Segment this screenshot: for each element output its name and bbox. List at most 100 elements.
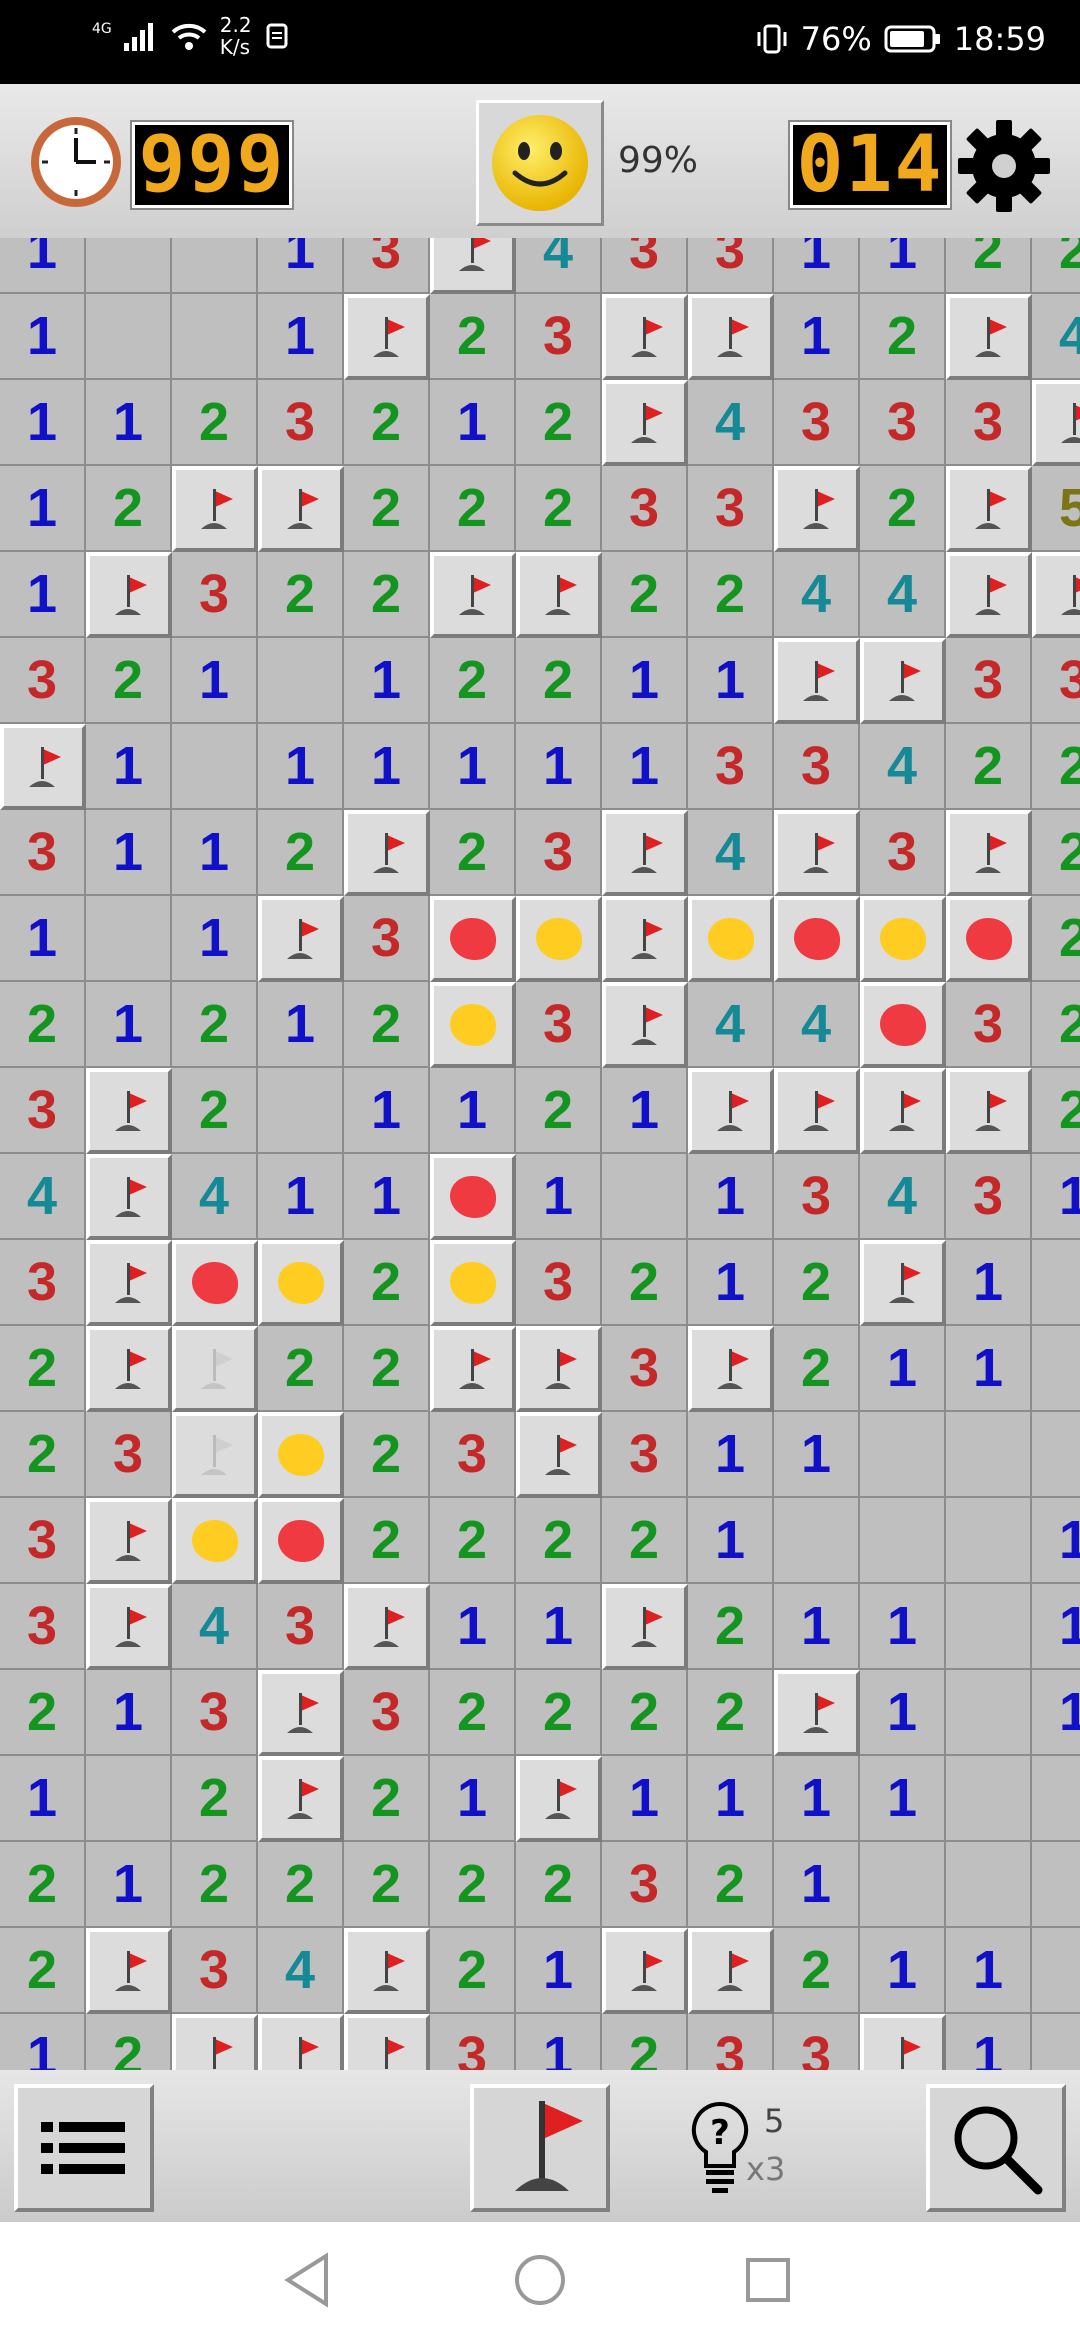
number-cell[interactable]: 2 [172, 1068, 258, 1154]
recents-nav-icon[interactable] [738, 2250, 798, 2310]
flagged-cell[interactable] [946, 810, 1032, 896]
number-cell[interactable]: 3 [946, 982, 1032, 1068]
menu-button[interactable] [14, 2084, 154, 2212]
number-cell[interactable]: 2 [172, 1756, 258, 1842]
number-cell[interactable]: 3 [430, 1412, 516, 1498]
number-cell[interactable]: 3 [602, 238, 688, 294]
flagged-cell[interactable] [516, 552, 602, 638]
empty-cell[interactable] [946, 1756, 1032, 1842]
number-cell[interactable]: 2 [774, 1326, 860, 1412]
number-cell[interactable]: 2 [344, 1326, 430, 1412]
number-cell[interactable]: 1 [946, 1326, 1032, 1412]
number-cell[interactable]: 3 [774, 2014, 860, 2070]
marked-cell[interactable] [258, 1498, 344, 1584]
number-cell[interactable]: 1 [0, 896, 86, 982]
flagged-cell[interactable] [430, 1326, 516, 1412]
number-cell[interactable]: 1 [430, 724, 516, 810]
unsure-cell[interactable] [172, 1326, 258, 1412]
flagged-cell[interactable] [688, 1068, 774, 1154]
number-cell[interactable]: 3 [602, 1842, 688, 1928]
number-cell[interactable]: 2 [344, 1756, 430, 1842]
marked-cell[interactable] [860, 982, 946, 1068]
number-cell[interactable]: 3 [172, 1670, 258, 1756]
number-cell[interactable]: 2 [1032, 1068, 1080, 1154]
number-cell[interactable]: 3 [688, 2014, 774, 2070]
flagged-cell[interactable] [1032, 380, 1080, 466]
flagged-cell[interactable] [172, 2014, 258, 2070]
empty-cell[interactable] [258, 1068, 344, 1154]
number-cell[interactable]: 2 [430, 466, 516, 552]
number-cell[interactable]: 3 [1032, 638, 1080, 724]
number-cell[interactable]: 2 [1032, 810, 1080, 896]
empty-cell[interactable] [1032, 1756, 1080, 1842]
flagged-cell[interactable] [602, 380, 688, 466]
number-cell[interactable]: 2 [258, 1326, 344, 1412]
number-cell[interactable]: 1 [344, 638, 430, 724]
flagged-cell[interactable] [774, 1670, 860, 1756]
empty-cell[interactable] [258, 638, 344, 724]
empty-cell[interactable] [1032, 1842, 1080, 1928]
number-cell[interactable]: 2 [516, 466, 602, 552]
number-cell[interactable]: 1 [344, 1154, 430, 1240]
number-cell[interactable]: 1 [860, 238, 946, 294]
empty-cell[interactable] [946, 1584, 1032, 1670]
number-cell[interactable]: 1 [0, 2014, 86, 2070]
number-cell[interactable]: 4 [0, 1154, 86, 1240]
number-cell[interactable]: 4 [688, 810, 774, 896]
number-cell[interactable]: 3 [172, 1928, 258, 2014]
number-cell[interactable]: 1 [688, 638, 774, 724]
flagged-cell[interactable] [946, 552, 1032, 638]
empty-cell[interactable] [1032, 1928, 1080, 2014]
number-cell[interactable]: 1 [774, 294, 860, 380]
flagged-cell[interactable] [258, 1756, 344, 1842]
number-cell[interactable]: 2 [1032, 896, 1080, 982]
number-cell[interactable]: 1 [1032, 1154, 1080, 1240]
number-cell[interactable]: 1 [1032, 1670, 1080, 1756]
number-cell[interactable]: 2 [344, 1412, 430, 1498]
number-cell[interactable]: 3 [688, 724, 774, 810]
flagged-cell[interactable] [774, 810, 860, 896]
flagged-cell[interactable] [0, 724, 86, 810]
hint-button[interactable]: ? 5 x3 [690, 2100, 810, 2210]
flagged-cell[interactable] [860, 1068, 946, 1154]
number-cell[interactable]: 1 [430, 1584, 516, 1670]
number-cell[interactable]: 3 [172, 552, 258, 638]
number-cell[interactable]: 2 [344, 1842, 430, 1928]
flagged-cell[interactable] [946, 466, 1032, 552]
flagged-cell[interactable] [860, 2014, 946, 2070]
empty-cell[interactable] [946, 1670, 1032, 1756]
flagged-cell[interactable] [430, 552, 516, 638]
number-cell[interactable]: 1 [860, 1928, 946, 2014]
number-cell[interactable]: 1 [1032, 1498, 1080, 1584]
number-cell[interactable]: 1 [258, 1154, 344, 1240]
number-cell[interactable]: 1 [946, 1928, 1032, 2014]
flagged-cell[interactable] [946, 294, 1032, 380]
number-cell[interactable]: 2 [172, 982, 258, 1068]
number-cell[interactable]: 1 [0, 294, 86, 380]
number-cell[interactable]: 1 [860, 1670, 946, 1756]
flagged-cell[interactable] [774, 466, 860, 552]
number-cell[interactable]: 1 [86, 810, 172, 896]
number-cell[interactable]: 1 [258, 724, 344, 810]
number-cell[interactable]: 1 [344, 1068, 430, 1154]
settings-gear-icon[interactable] [954, 116, 1054, 216]
number-cell[interactable]: 3 [516, 1240, 602, 1326]
number-cell[interactable]: 1 [516, 1928, 602, 2014]
flagged-cell[interactable] [344, 810, 430, 896]
number-cell[interactable]: 1 [602, 1068, 688, 1154]
flagged-cell[interactable] [86, 552, 172, 638]
minefield-board[interactable]: 1134331122112312411232124333122223325132… [0, 238, 1080, 2070]
flagged-cell[interactable] [86, 1240, 172, 1326]
number-cell[interactable]: 1 [172, 810, 258, 896]
number-cell[interactable]: 3 [344, 896, 430, 982]
number-cell[interactable]: 2 [86, 466, 172, 552]
flagged-cell[interactable] [516, 1756, 602, 1842]
number-cell[interactable]: 3 [86, 1412, 172, 1498]
number-cell[interactable]: 1 [86, 380, 172, 466]
number-cell[interactable]: 1 [86, 1842, 172, 1928]
number-cell[interactable]: 2 [602, 1498, 688, 1584]
empty-cell[interactable] [172, 724, 258, 810]
flagged-cell[interactable] [774, 1068, 860, 1154]
marked-cell[interactable] [774, 896, 860, 982]
back-nav-icon[interactable] [280, 2250, 340, 2310]
